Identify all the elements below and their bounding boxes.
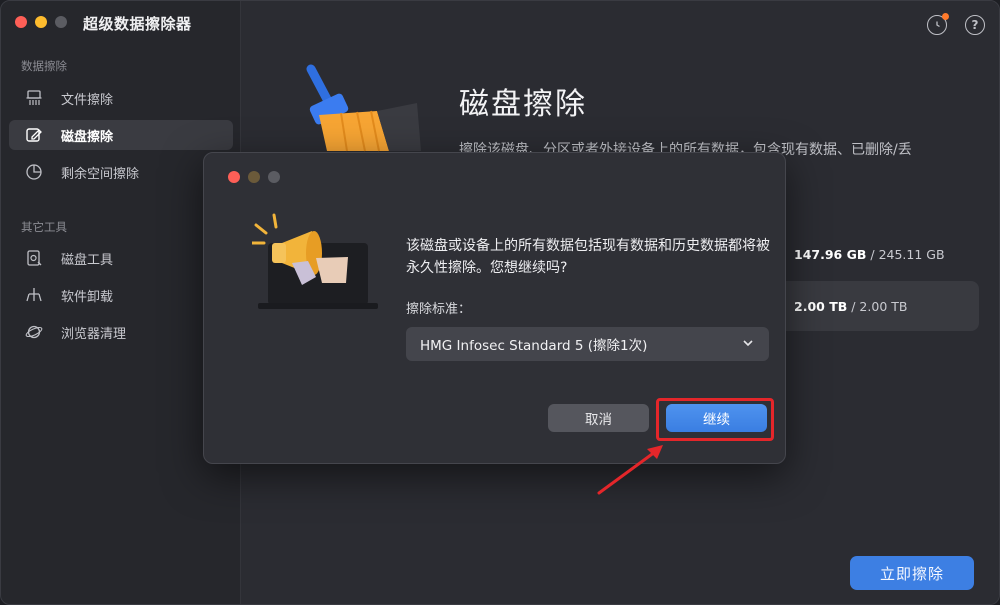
app-window: 超级数据擦除器 数据擦除 文件擦除 磁盘擦除 剩余空间擦除 其它工具 磁盘工具 …: [0, 0, 1000, 605]
section-label-other-tools: 其它工具: [21, 220, 67, 234]
chevron-down-icon: [743, 340, 753, 347]
disk-tool-icon: [25, 249, 43, 267]
zoom-window-button[interactable]: [55, 16, 67, 28]
window-controls: [15, 16, 67, 28]
disk-used: 147.96 GB: [794, 246, 867, 262]
disk-total: / 245.11 GB: [870, 246, 945, 262]
disk-used: 2.00 TB: [794, 298, 848, 314]
dialog-message: 该磁盘或设备上的所有数据包括现有数据和历史数据都将被永久性擦除。您想继续吗?: [406, 238, 770, 276]
wipe-standard-label: 擦除标准：: [406, 302, 472, 317]
dialog-minimize-button: [248, 171, 260, 183]
megaphone-icon: [250, 213, 382, 318]
sidebar-item-free-space-wipe[interactable]: 剩余空间擦除: [9, 157, 233, 187]
disk-row-selected[interactable]: 2.00 TB / 2.00 TB: [761, 281, 979, 331]
history-icon[interactable]: [927, 13, 949, 35]
arrow-annotation-icon: [597, 445, 663, 495]
wipe-standard-select[interactable]: HMG Infosec Standard 5 (擦除1次): [406, 327, 769, 361]
sidebar-item-label: 剩余空间擦除: [61, 166, 140, 182]
help-icon[interactable]: ?: [965, 15, 985, 35]
wipe-standard-value: HMG Infosec Standard 5 (擦除1次): [420, 338, 648, 354]
sidebar-item-label: 文件擦除: [61, 92, 114, 108]
sidebar-item-disk-tools[interactable]: 磁盘工具: [9, 243, 233, 273]
broom-illustration: [281, 63, 421, 153]
pie-chart-icon: [25, 163, 43, 181]
sidebar-item-label: 磁盘擦除: [61, 129, 114, 145]
file-shred-icon: [25, 89, 43, 107]
disk-total: / 2.00 TB: [851, 298, 908, 314]
disk-row[interactable]: 147.96 GB / 245.11 GB: [761, 229, 979, 279]
page-title: 磁盘擦除: [459, 87, 587, 122]
dialog-window-controls: [228, 171, 280, 183]
minimize-window-button[interactable]: [35, 16, 47, 28]
sidebar-item-file-wipe[interactable]: 文件擦除: [9, 83, 233, 113]
dialog-close-button[interactable]: [228, 171, 240, 183]
planet-icon: [25, 323, 43, 341]
uninstall-icon: [25, 286, 43, 304]
notification-badge: [942, 13, 949, 20]
wipe-now-button[interactable]: 立即擦除: [850, 556, 974, 590]
app-title: 超级数据擦除器: [83, 15, 192, 33]
sidebar-item-uninstall[interactable]: 软件卸载: [9, 280, 233, 310]
highlight-annotation: [656, 398, 774, 441]
sidebar-item-disk-wipe[interactable]: 磁盘擦除: [9, 120, 233, 150]
disk-edit-icon: [25, 126, 43, 144]
cancel-button[interactable]: 取消: [548, 404, 649, 432]
sidebar-item-browser-clean[interactable]: 浏览器清理: [9, 317, 233, 347]
sidebar-item-label: 软件卸载: [61, 289, 114, 305]
sidebar-item-label: 浏览器清理: [61, 326, 127, 342]
sidebar-item-label: 磁盘工具: [61, 252, 114, 268]
dialog-zoom-button: [268, 171, 280, 183]
section-label-data-wipe: 数据擦除: [21, 59, 67, 73]
close-window-button[interactable]: [15, 16, 27, 28]
top-right-icons: ?: [927, 13, 985, 35]
